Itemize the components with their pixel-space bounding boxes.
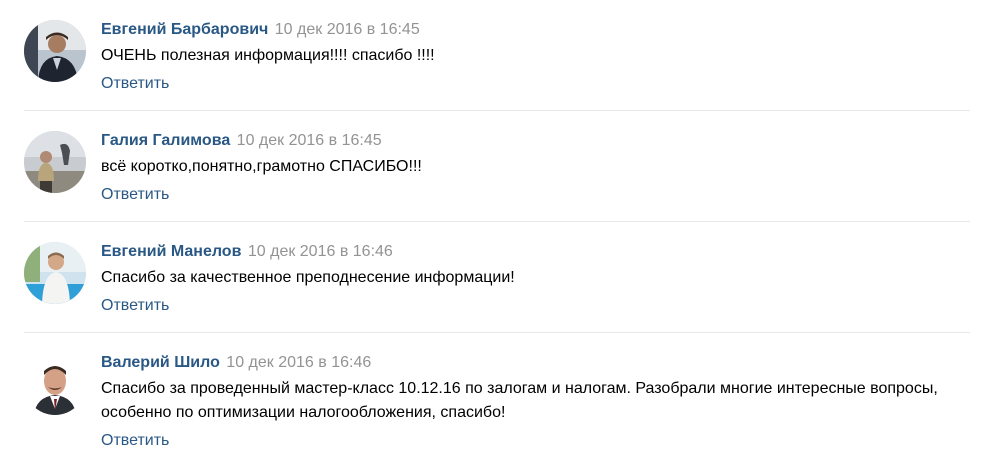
comment-date[interactable]: 10 дек 2016 в 16:45 [275,21,420,38]
author-name[interactable]: Валерий Шило [101,354,220,371]
avatar-photo-icon [24,131,86,193]
author-name[interactable]: Евгений Манелов [101,243,241,260]
comment-text: ОЧЕНЬ полезная информация!!!! спасибо !!… [101,47,435,64]
comment-item: Валерий Шило 10 дек 2016 в 16:46 Спасибо… [0,333,970,459]
comment-date[interactable]: 10 дек 2016 в 16:46 [248,243,393,260]
avatar[interactable] [24,353,86,415]
reply-button[interactable]: Ответить [101,431,169,451]
reply-button[interactable]: Ответить [101,296,169,316]
comment-meta: Валерий Шило 10 дек 2016 в 16:46 [101,353,371,373]
comment-meta: Евгений Манелов 10 дек 2016 в 16:46 [101,242,393,262]
avatar[interactable] [24,131,86,193]
avatar-photo-icon [24,20,86,82]
comment-meta: Галия Галимова 10 дек 2016 в 16:45 [101,131,382,151]
avatar-photo-icon [24,242,86,304]
avatar-photo-icon [24,353,86,415]
author-name[interactable]: Галия Галимова [101,132,230,149]
comment-date[interactable]: 10 дек 2016 в 16:46 [226,354,371,371]
comment-item: Евгений Барбарович 10 дек 2016 в 16:45 О… [0,0,970,111]
reply-button[interactable]: Ответить [101,185,169,205]
reply-button[interactable]: Ответить [101,74,169,94]
comment-text: всё коротко,понятно,грамотно СПАСИБО!!! [101,158,422,175]
comment-text: Спасибо за проведенный мастер-класс 10.1… [101,380,938,421]
comment-date[interactable]: 10 дек 2016 в 16:45 [237,132,382,149]
author-name[interactable]: Евгений Барбарович [101,21,268,38]
comments-list: Евгений Барбарович 10 дек 2016 в 16:45 О… [0,0,992,459]
avatar[interactable] [24,242,86,304]
comment-meta: Евгений Барбарович 10 дек 2016 в 16:45 [101,20,420,40]
comment-item: Галия Галимова 10 дек 2016 в 16:45 всё к… [0,111,970,222]
comment-text: Спасибо за качественное преподнесение ин… [101,269,515,286]
avatar[interactable] [24,20,86,82]
comment-item: Евгений Манелов 10 дек 2016 в 16:46 Спас… [0,222,970,333]
